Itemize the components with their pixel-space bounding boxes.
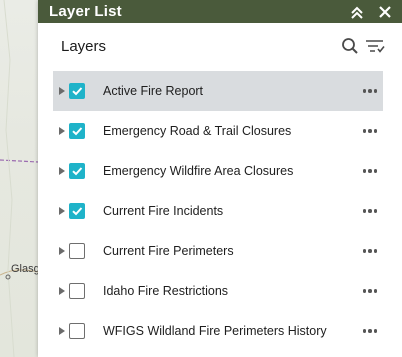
layer-row[interactable]: Current Fire Incidents	[53, 191, 383, 231]
layer-list-panel: Layer List Layers Active Fire Report Eme…	[38, 0, 402, 357]
layer-visibility-checkbox[interactable]	[69, 123, 85, 139]
layer-visibility-checkbox[interactable]	[69, 83, 85, 99]
expand-caret-icon[interactable]	[57, 111, 67, 151]
map-border-line	[0, 159, 39, 163]
close-icon	[379, 5, 391, 18]
layer-visibility-checkbox[interactable]	[69, 243, 85, 259]
expand-caret-icon[interactable]	[57, 311, 67, 351]
checkmark-icon	[72, 167, 83, 176]
checkmark-icon	[72, 87, 83, 96]
layer-row[interactable]: Emergency Road & Trail Closures	[53, 111, 383, 151]
expand-caret-icon[interactable]	[57, 151, 67, 191]
expand-caret-icon[interactable]	[57, 191, 67, 231]
search-icon	[342, 38, 358, 54]
ellipsis-icon	[362, 289, 378, 293]
expand-caret-icon[interactable]	[57, 71, 67, 111]
layer-label: Current Fire Perimeters	[103, 244, 234, 258]
checkmark-icon	[72, 207, 83, 216]
map-river	[3, 0, 15, 357]
layer-row[interactable]: Emergency Wildfire Area Closures	[53, 151, 383, 191]
more-options-button[interactable]	[358, 161, 382, 181]
layer-row[interactable]: Active Fire Report	[53, 71, 383, 111]
filter-button[interactable]	[364, 35, 386, 57]
layers-title: Layers	[61, 37, 107, 55]
layer-label: WFIGS Wildland Fire Perimeters History	[103, 324, 327, 338]
panel-titlebar: Layer List	[38, 0, 402, 23]
layer-visibility-checkbox[interactable]	[69, 323, 85, 339]
ellipsis-icon	[362, 89, 378, 93]
more-options-button[interactable]	[358, 81, 382, 101]
chevron-double-up-icon	[351, 6, 363, 19]
ellipsis-icon	[362, 169, 378, 173]
more-options-button[interactable]	[358, 241, 382, 261]
layer-visibility-checkbox[interactable]	[69, 283, 85, 299]
layer-visibility-checkbox[interactable]	[69, 203, 85, 219]
ellipsis-icon	[362, 249, 378, 253]
more-options-button[interactable]	[358, 201, 382, 221]
layer-row[interactable]: Idaho Fire Restrictions	[53, 271, 383, 311]
ellipsis-icon	[362, 129, 378, 133]
layers-header: Layers	[38, 23, 402, 69]
layer-row[interactable]: Current Fire Perimeters	[53, 231, 383, 271]
more-options-button[interactable]	[358, 281, 382, 301]
layer-label: Current Fire Incidents	[103, 204, 224, 218]
close-button[interactable]	[374, 1, 396, 23]
more-options-button[interactable]	[358, 321, 382, 341]
ellipsis-icon	[362, 209, 378, 213]
layer-label: Emergency Road & Trail Closures	[103, 124, 292, 138]
expand-caret-icon[interactable]	[57, 271, 67, 311]
ellipsis-icon	[362, 329, 378, 333]
search-button[interactable]	[339, 35, 361, 57]
layer-label: Active Fire Report	[103, 84, 204, 98]
more-options-button[interactable]	[358, 121, 382, 141]
checkmark-icon	[72, 127, 83, 136]
panel-title: Layer List	[49, 3, 122, 20]
layer-label: Idaho Fire Restrictions	[103, 284, 229, 298]
filter-list-icon	[366, 40, 385, 53]
layer-visibility-checkbox[interactable]	[69, 163, 85, 179]
collapse-button[interactable]	[346, 1, 368, 23]
expand-caret-icon[interactable]	[57, 231, 67, 271]
layer-label: Emergency Wildfire Area Closures	[103, 164, 294, 178]
layer-row[interactable]: WFIGS Wildland Fire Perimeters History	[53, 311, 383, 351]
